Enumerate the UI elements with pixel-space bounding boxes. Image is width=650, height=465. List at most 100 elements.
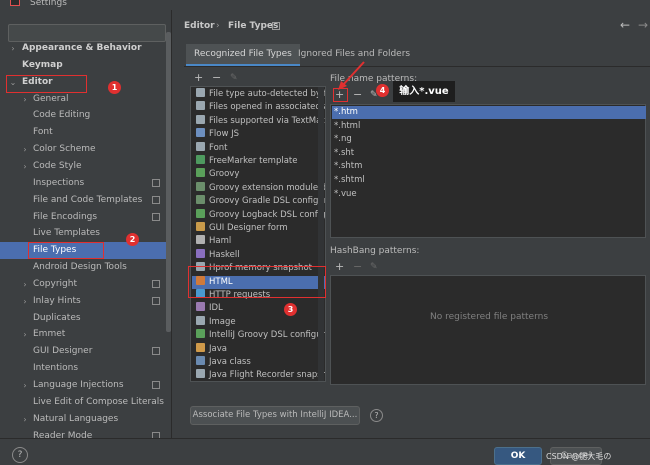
sidebar-item-copyright[interactable]: › Copyright bbox=[0, 276, 166, 293]
sidebar-item-emmet[interactable]: › Emmet bbox=[0, 326, 166, 343]
ok-button[interactable]: OK bbox=[494, 447, 542, 465]
add-file-type-button[interactable]: + bbox=[194, 72, 203, 84]
file-type-label: Haskell bbox=[209, 249, 240, 260]
sidebar-item-color-scheme[interactable]: › Color Scheme bbox=[0, 141, 166, 158]
sidebar-item-appearance-behavior[interactable]: › Appearance & Behavior bbox=[0, 40, 166, 57]
sidebar-item-duplicates[interactable]: Duplicates bbox=[0, 310, 166, 327]
file-type-item[interactable]: Haskell bbox=[196, 248, 325, 262]
file-type-icon bbox=[196, 195, 205, 205]
pattern-item[interactable]: *.shtml bbox=[332, 174, 646, 187]
sidebar-item-gui-designer[interactable]: GUI Designer bbox=[0, 343, 166, 360]
expand-chevron-icon[interactable]: › bbox=[8, 40, 18, 57]
pattern-item[interactable]: *.vue bbox=[332, 188, 646, 201]
file-type-item[interactable]: GUI Designer form bbox=[196, 222, 325, 235]
file-type-icon bbox=[196, 342, 205, 352]
annotation-badge-4: 4 bbox=[376, 84, 389, 97]
pattern-item[interactable]: *.sht bbox=[332, 147, 646, 160]
file-type-icon bbox=[196, 141, 205, 151]
file-type-label: FreeMarker template bbox=[209, 156, 298, 166]
sidebar-item-keymap[interactable]: Keymap bbox=[0, 57, 166, 74]
file-type-item[interactable]: Groovy Gradle DSL configurati bbox=[196, 195, 325, 208]
sidebar-item-label: Keymap bbox=[22, 59, 63, 70]
sidebar-item-label: Live Edit of Compose Literals bbox=[33, 396, 164, 407]
file-type-item[interactable]: Flow JS bbox=[196, 128, 325, 141]
file-type-item[interactable]: File type auto-detected by file bbox=[196, 88, 326, 101]
expand-chevron-icon[interactable]: › bbox=[20, 276, 30, 293]
file-type-item[interactable]: Java bbox=[196, 342, 325, 356]
breadcrumb-editor: Editor bbox=[184, 21, 215, 31]
expand-chevron-icon[interactable]: › bbox=[20, 377, 30, 394]
expand-chevron-icon[interactable]: › bbox=[20, 158, 30, 175]
file-type-icon bbox=[196, 222, 205, 231]
file-type-item[interactable]: Font bbox=[196, 141, 325, 155]
sidebar-item-language-injections[interactable]: › Language Injections bbox=[0, 377, 166, 394]
file-type-item[interactable]: Java Flight Recorder snapshot bbox=[196, 369, 325, 381]
annotation-badge-1: 1 bbox=[108, 81, 121, 94]
file-type-label: Font bbox=[209, 142, 228, 153]
file-type-label: File type auto-detected by file bbox=[209, 89, 326, 99]
remove-file-type-button[interactable]: − bbox=[212, 72, 221, 84]
sidebar-item-label: Code Editing bbox=[33, 110, 91, 121]
file-type-item[interactable]: Groovy bbox=[196, 168, 325, 181]
file-type-item[interactable]: FreeMarker template bbox=[196, 155, 325, 168]
file-type-icon bbox=[196, 369, 205, 379]
pattern-item[interactable]: *.ng bbox=[332, 133, 646, 146]
sidebar-item-code-style[interactable]: › Code Style bbox=[0, 158, 166, 175]
expand-chevron-icon[interactable]: › bbox=[20, 326, 30, 343]
associate-help-icon[interactable]: ? bbox=[370, 409, 383, 422]
sidebar-item-font[interactable]: Font bbox=[0, 124, 166, 141]
file-type-item[interactable]: Files opened in associated ap bbox=[196, 101, 325, 114]
file-type-item[interactable]: Groovy extension module des bbox=[196, 181, 325, 195]
sidebar-item-file-encodings[interactable]: File Encodings bbox=[0, 209, 166, 226]
associate-file-types-button[interactable]: Associate File Types with IntelliJ IDEA.… bbox=[190, 406, 360, 425]
sidebar-item-label: Live Templates bbox=[33, 228, 100, 239]
sidebar-item-label: Code Style bbox=[33, 160, 82, 171]
file-type-icon bbox=[196, 101, 205, 111]
sidebar-item-natural-languages[interactable]: › Natural Languages bbox=[0, 411, 166, 428]
file-type-item[interactable]: Files supported via TextMate bbox=[196, 114, 325, 128]
tab-divider bbox=[184, 66, 650, 67]
file-type-label: Groovy Logback DSL configur bbox=[209, 209, 326, 220]
back-arrow-icon[interactable]: ← bbox=[620, 18, 630, 32]
forward-arrow-icon[interactable]: → bbox=[638, 18, 648, 32]
file-type-icon bbox=[196, 208, 205, 218]
tab-recognized-file-types[interactable]: Recognized File Types bbox=[186, 44, 300, 66]
app-icon bbox=[10, 0, 20, 6]
edit-hashbang-button[interactable]: ✎ bbox=[370, 261, 378, 273]
file-type-item[interactable]: Haml bbox=[196, 235, 325, 248]
file-types-scrollbar[interactable] bbox=[318, 87, 324, 381]
help-button[interactable]: ? bbox=[12, 447, 28, 463]
sidebar-item-label: Appearance & Behavior bbox=[22, 43, 142, 53]
edit-file-type-button[interactable]: ✎ bbox=[230, 72, 238, 84]
file-type-item[interactable]: Image bbox=[196, 315, 325, 329]
sidebar-item-live-edit-of-compose-literals[interactable]: Live Edit of Compose Literals bbox=[0, 394, 166, 411]
expand-chevron-icon[interactable]: › bbox=[20, 91, 30, 108]
file-type-item[interactable]: IDL bbox=[196, 302, 325, 315]
sidebar-item-inspections[interactable]: Inspections bbox=[0, 175, 166, 192]
file-type-item[interactable]: IntelliJ Groovy DSL configurat bbox=[196, 329, 325, 342]
empty-state-text: No registered file patterns bbox=[429, 312, 549, 322]
sidebar-item-intentions[interactable]: Intentions bbox=[0, 360, 166, 377]
file-type-item[interactable]: Groovy Logback DSL configur bbox=[196, 208, 326, 222]
expand-chevron-icon[interactable]: › bbox=[20, 411, 30, 428]
sidebar-item-label: Font bbox=[33, 127, 53, 138]
sidebar-item-general[interactable]: › General bbox=[0, 91, 166, 108]
sidebar-item-android-design-tools[interactable]: Android Design Tools bbox=[0, 259, 166, 276]
pattern-item[interactable]: *.html bbox=[332, 120, 646, 133]
pattern-item[interactable]: *.htm bbox=[332, 106, 646, 119]
project-settings-icon bbox=[152, 212, 160, 221]
expand-chevron-icon[interactable]: › bbox=[20, 141, 30, 158]
sidebar-item-live-templates[interactable]: Live Templates bbox=[0, 225, 166, 242]
hashbang-patterns-label: HashBang patterns: bbox=[330, 246, 420, 256]
sidebar-scrollbar[interactable] bbox=[166, 32, 171, 332]
sidebar-item-file-and-code-templates[interactable]: File and Code Templates bbox=[0, 192, 166, 209]
add-hashbang-button[interactable]: + bbox=[335, 261, 344, 273]
expand-chevron-icon[interactable]: › bbox=[20, 293, 30, 310]
file-type-icon bbox=[196, 181, 205, 191]
breadcrumb-file-types: File Types bbox=[228, 21, 279, 31]
remove-hashbang-button[interactable]: − bbox=[353, 261, 362, 273]
file-type-item[interactable]: Java class bbox=[196, 356, 325, 369]
sidebar-item-inlay-hints[interactable]: › Inlay Hints bbox=[0, 293, 166, 310]
pattern-item[interactable]: *.shtm bbox=[332, 160, 646, 173]
sidebar-item-code-editing[interactable]: Code Editing bbox=[0, 107, 166, 124]
